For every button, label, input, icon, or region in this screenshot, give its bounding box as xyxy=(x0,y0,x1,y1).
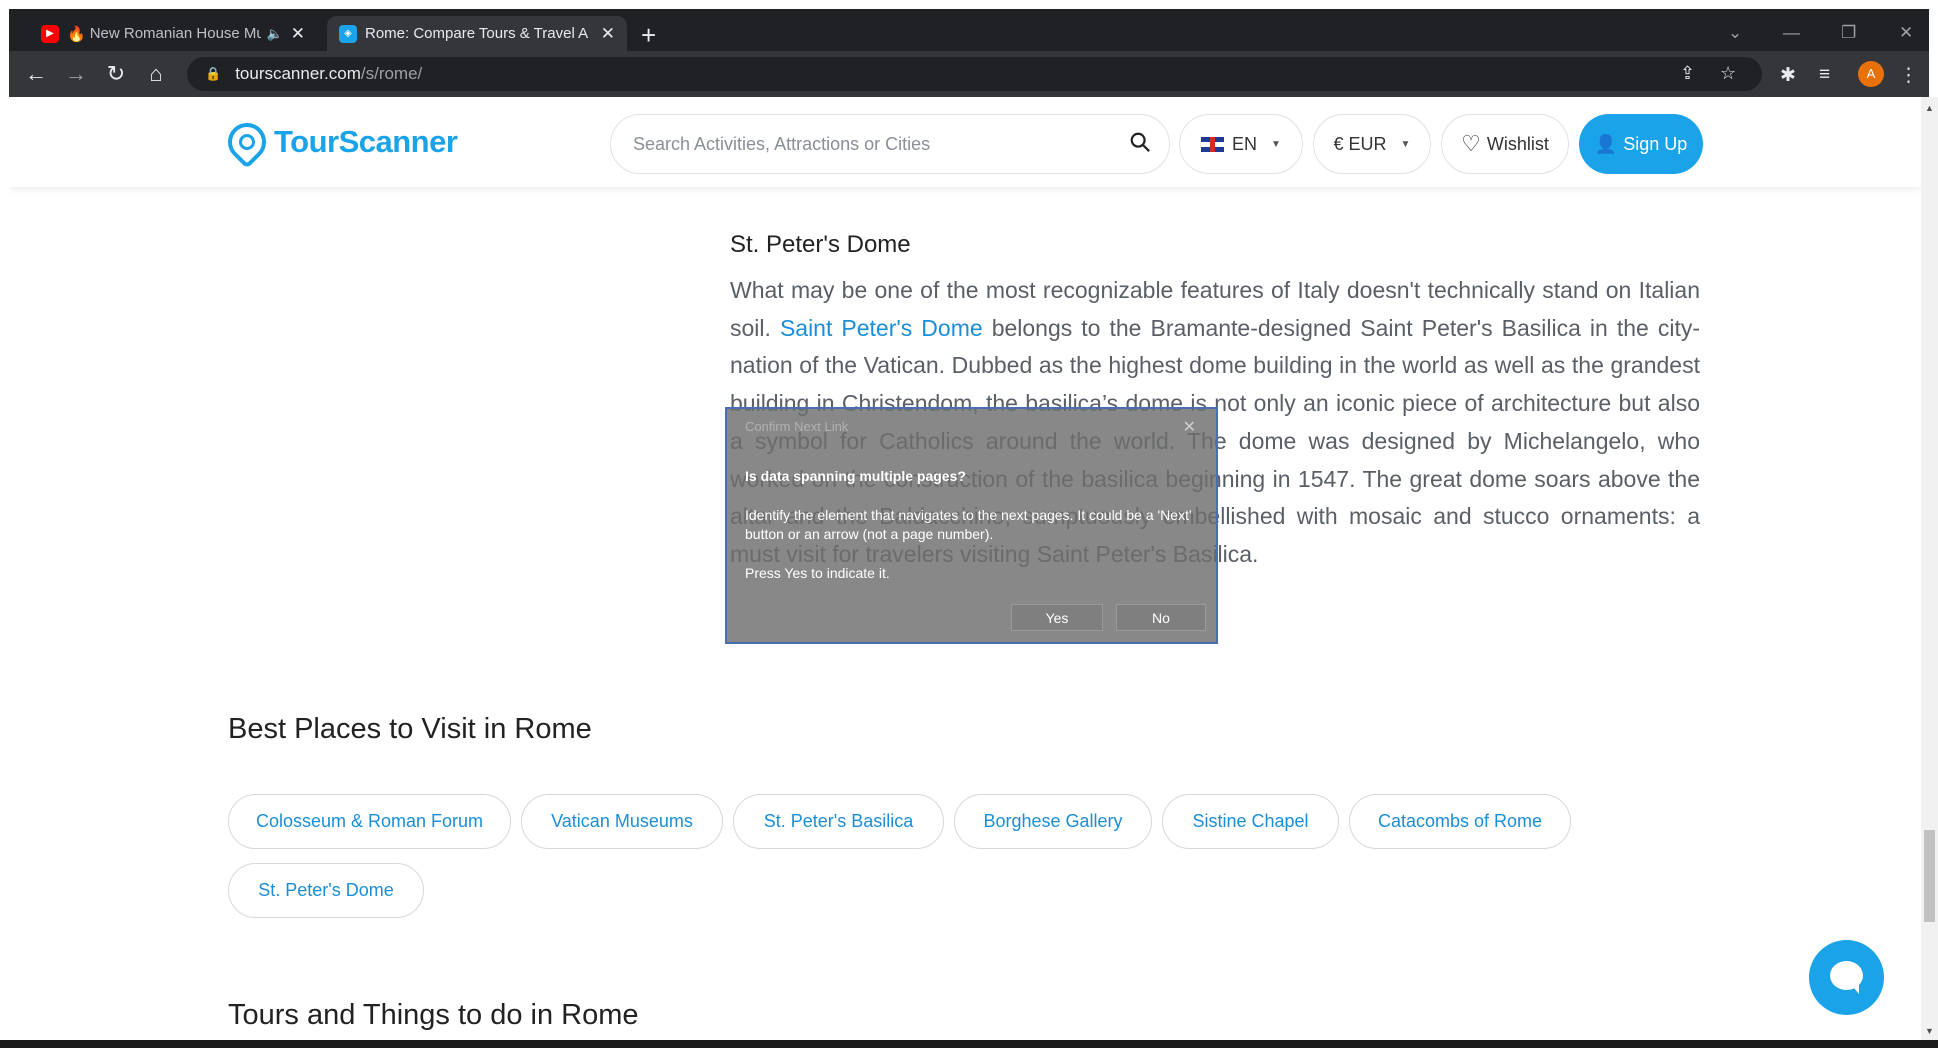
language-label: EN xyxy=(1232,133,1258,154)
tourscanner-icon: ◈ xyxy=(339,24,357,43)
speaker-icon[interactable]: 🔈 xyxy=(267,26,283,42)
tab-title: Rome: Compare Tours & Travel A xyxy=(365,25,589,42)
close-tab-icon[interactable]: ✕ xyxy=(601,24,615,44)
taskbar-edge xyxy=(0,1040,1938,1048)
tab-search-icon[interactable]: ⌄ xyxy=(1728,23,1742,43)
caret-down-icon: ▼ xyxy=(1400,138,1411,150)
place-chip-colosseum[interactable]: Colosseum & Roman Forum xyxy=(228,794,511,849)
reload-icon[interactable]: ↻ xyxy=(101,60,131,90)
restore-icon[interactable]: ❐ xyxy=(1841,23,1856,43)
page-scrollbar[interactable]: ▲ ▼ xyxy=(1921,97,1938,1040)
best-places-heading: Best Places to Visit in Rome xyxy=(228,713,592,745)
logo-mark-icon xyxy=(220,115,274,169)
place-chip-borghese-gallery[interactable]: Borghese Gallery xyxy=(954,794,1152,849)
confirm-next-link-dialog: Confirm Next Link ✕ Is data spanning mul… xyxy=(725,407,1218,644)
saint-peters-dome-link[interactable]: Saint Peter's Dome xyxy=(780,315,983,341)
scroll-thumb[interactable] xyxy=(1924,830,1935,922)
dialog-title: Confirm Next Link xyxy=(745,419,849,434)
search-input[interactable] xyxy=(633,133,1103,155)
logo-text: TourScanner xyxy=(274,124,458,159)
tab-title: New Romanian House Mu xyxy=(89,25,261,42)
page-viewport: TourScanner EN ▼ € EUR ▼ ♡ Wishlist 👤 xyxy=(9,97,1921,1040)
search-icon[interactable] xyxy=(1129,131,1151,153)
new-tab-icon[interactable]: + xyxy=(641,22,656,48)
youtube-icon: ▶ xyxy=(41,24,59,43)
media-queue-icon[interactable]: ≡ xyxy=(1819,64,1830,86)
close-icon[interactable]: ✕ xyxy=(1183,417,1196,437)
profile-avatar[interactable]: A xyxy=(1858,61,1884,87)
sign-up-button[interactable]: 👤 Sign Up xyxy=(1579,114,1703,174)
place-chip-vatican-museums[interactable]: Vatican Museums xyxy=(521,794,723,849)
lock-icon: 🔒 xyxy=(205,66,222,81)
address-bar[interactable]: 🔒 tourscanner.com/s/rome/ ⇪ ☆ xyxy=(187,57,1762,91)
search-box[interactable] xyxy=(610,114,1170,174)
no-button[interactable]: No xyxy=(1116,604,1206,631)
minimize-icon[interactable]: — xyxy=(1783,23,1800,43)
place-chip-st-peters-basilica[interactable]: St. Peter's Basilica xyxy=(733,794,944,849)
tours-heading: Tours and Things to do in Rome xyxy=(228,999,639,1031)
heart-icon: ♡ xyxy=(1461,131,1481,156)
close-window-icon[interactable]: ✕ xyxy=(1899,23,1913,43)
chat-bubble-icon[interactable] xyxy=(1809,940,1884,1015)
share-icon[interactable]: ⇪ xyxy=(1680,63,1695,84)
dialog-description: Identify the element that navigates to t… xyxy=(745,507,1192,542)
wishlist-label: Wishlist xyxy=(1486,133,1549,154)
wishlist-button[interactable]: ♡ Wishlist xyxy=(1441,114,1569,174)
language-selector[interactable]: EN ▼ xyxy=(1179,114,1303,174)
scroll-down-arrow-icon[interactable]: ▼ xyxy=(1925,1026,1934,1036)
browser-tab-strip: ▶ 🔥 New Romanian House Mu 🔈 ✕ ◈ Rome: Co… xyxy=(9,9,1929,51)
sign-up-label: Sign Up xyxy=(1623,133,1688,154)
tab-tourscanner[interactable]: ◈ Rome: Compare Tours & Travel A ✕ xyxy=(327,16,627,51)
menu-kebab-icon[interactable]: ⋮ xyxy=(1899,64,1918,87)
desktop-frame xyxy=(0,0,1938,9)
home-icon[interactable]: ⌂ xyxy=(141,60,171,90)
currency-label: € EUR xyxy=(1333,133,1387,154)
forward-icon[interactable]: → xyxy=(61,60,91,90)
dialog-question: Is data spanning multiple pages? xyxy=(745,468,966,484)
url-host: tourscanner.com xyxy=(235,64,361,83)
bookmark-star-icon[interactable]: ☆ xyxy=(1720,63,1736,84)
scroll-up-arrow-icon[interactable]: ▲ xyxy=(1925,103,1934,113)
section-heading-dome: St. Peter's Dome xyxy=(730,231,911,258)
uk-flag-icon xyxy=(1201,136,1225,152)
yes-button[interactable]: Yes xyxy=(1011,604,1103,631)
back-icon[interactable]: ← xyxy=(21,60,51,90)
user-icon: 👤 xyxy=(1594,133,1618,154)
site-header: TourScanner EN ▼ € EUR ▼ ♡ Wishlist 👤 xyxy=(9,97,1921,187)
desktop-frame-left xyxy=(0,0,9,1048)
tab-youtube[interactable]: ▶ 🔥 New Romanian House Mu 🔈 ✕ xyxy=(29,16,317,51)
url-path: /s/rome/ xyxy=(360,64,423,83)
extensions-icon[interactable]: ✱ xyxy=(1780,64,1796,87)
place-chip-catacombs[interactable]: Catacombs of Rome xyxy=(1349,794,1571,849)
close-tab-icon[interactable]: ✕ xyxy=(291,24,305,44)
place-chip-sistine-chapel[interactable]: Sistine Chapel xyxy=(1162,794,1339,849)
tourscanner-logo[interactable]: TourScanner xyxy=(220,115,458,169)
screen: ▶ 🔥 New Romanian House Mu 🔈 ✕ ◈ Rome: Co… xyxy=(0,0,1938,1048)
dialog-hint: Press Yes to indicate it. xyxy=(745,565,890,581)
currency-selector[interactable]: € EUR ▼ xyxy=(1313,114,1431,174)
browser-toolbar: ← → ↻ ⌂ 🔒 tourscanner.com/s/rome/ ⇪ ☆ ✱ … xyxy=(9,51,1929,97)
place-chip-st-peters-dome[interactable]: St. Peter's Dome xyxy=(228,863,424,918)
caret-down-icon: ▼ xyxy=(1271,138,1281,150)
fire-icon: 🔥 xyxy=(67,25,86,43)
